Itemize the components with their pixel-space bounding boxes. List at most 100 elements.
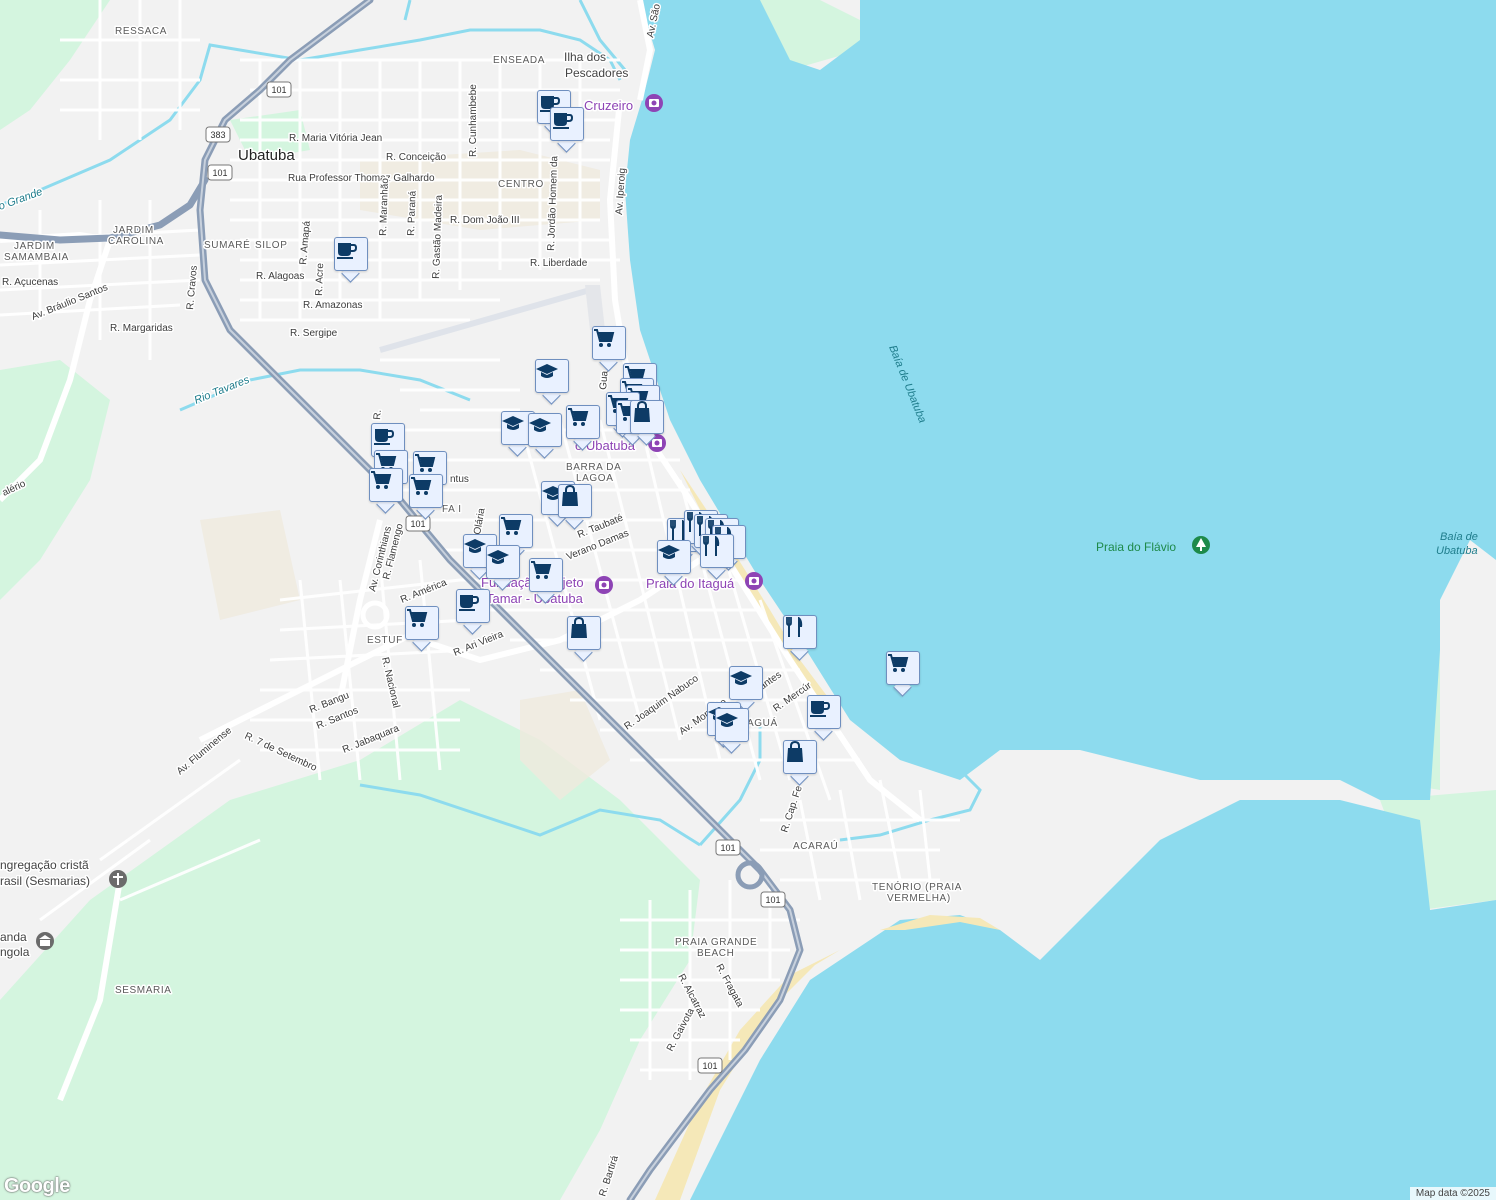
area-label: SUMARÉ [204,238,250,251]
cafe-icon [810,701,831,717]
area-label: ENSEADA [493,55,545,66]
school-icon [464,539,486,553]
street-label: R. Acre [314,263,326,297]
shield-101-b: 101 [207,164,233,181]
cafe-icon [459,595,480,611]
area-label: ACARAÚ [793,839,838,852]
map-marker-cart[interactable] [566,405,602,451]
cafe-icon [374,429,395,445]
map-marker-school[interactable] [657,540,693,586]
shopping-bag-icon [562,484,578,506]
svg-text:101: 101 [702,1061,717,1071]
school-icon [502,416,524,430]
shopping-cart-icon [531,561,552,579]
school-icon [536,364,558,378]
poi-label: Cruzeiro [584,98,633,113]
water-label: Baía de [1440,531,1478,543]
map-marker-bag[interactable] [567,616,603,662]
shopping-cart-icon [407,609,428,627]
street-label: Rua Professor Thomaz Galhardo [288,173,435,184]
area-label: CAROLINA [108,236,164,247]
map-marker-bag[interactable] [630,400,666,446]
area-label: VERMELHA) [887,893,951,904]
place-label-ilha-1: Ilha dos [564,50,606,64]
poi-label: ngregação cristã [0,858,89,872]
restaurant-icon [786,617,803,637]
shopping-bag-icon [787,740,803,762]
area-label: LAGOA [576,473,613,484]
map-marker-cart[interactable] [529,558,565,604]
shield-101-e: 101 [760,891,786,908]
poi-label: Praia do Flávio [1096,540,1176,554]
area-label: SESMARIA [115,985,171,996]
map-base: 101 383 101 101 101 101 101 Ubatuba Ilha… [0,0,1496,1200]
shield-101-a: 101 [266,81,292,98]
camera-icon [595,576,613,594]
school-icon [716,713,738,727]
map-marker-cart[interactable] [405,606,441,652]
area-label: SAMAMBAIA [4,252,69,263]
svg-text:383: 383 [210,130,225,140]
map-marker-school[interactable] [528,413,564,459]
street-label: R. Alagoas [256,271,304,282]
shield-101-d: 101 [715,839,741,856]
map-marker-restaurant[interactable] [700,534,736,580]
park-tree-icon [1192,536,1210,554]
area-label: BARRA DA [566,462,621,473]
map-marker-cart[interactable] [886,651,922,697]
school-icon [730,671,752,685]
area-label: JARDIM [113,225,154,236]
area-label: BEACH [697,948,734,959]
area-label: PRAIA GRANDE [675,937,757,948]
shopping-cart-icon [415,454,436,472]
shopping-bag-icon [571,616,587,638]
camera-icon [745,572,763,590]
shopping-cart-icon [568,408,589,426]
place-label-ilha-2: Pescadores [565,66,628,80]
street-label: R. Paraná [406,190,419,236]
map-marker-school[interactable] [535,359,571,405]
poi-label: ngola [0,945,30,959]
street-label: R. Sergipe [290,328,338,339]
map-marker-cafe[interactable] [456,589,492,635]
map-marker-bag[interactable] [558,484,594,530]
map-canvas[interactable]: 101 383 101 101 101 101 101 Ubatuba Ilha… [0,0,1496,1200]
restaurant-icon [703,536,720,556]
map-marker-school[interactable] [486,545,522,591]
school-icon [487,550,509,564]
map-marker-restaurant[interactable] [783,615,819,661]
area-label: TENÓRIO (PRAIA [872,880,962,893]
city-label-ubatuba: Ubatuba [238,147,295,164]
street-label: R. Cunhambebe [468,84,479,157]
svg-text:101: 101 [765,895,780,905]
church-icon [109,870,127,888]
street-label: Gua [598,370,611,390]
museum-icon [36,932,54,950]
shopping-cart-icon [594,329,615,347]
street-label: R. Maranhão [378,178,391,237]
svg-text:101: 101 [720,843,735,853]
shopping-cart-icon [371,471,392,489]
map-marker-cart[interactable] [369,468,405,514]
street-label: R. Liberdade [530,258,588,269]
map-marker-cafe[interactable] [550,107,586,153]
street-label: R. Conceição [386,152,446,163]
map-marker-cafe[interactable] [334,237,370,283]
map-attribution[interactable]: Map data ©2025 [1409,1187,1496,1200]
map-marker-bag[interactable] [783,740,819,786]
street-label: R. [372,409,384,420]
area-label: ESTUF [367,635,403,646]
map-marker-cafe[interactable] [807,695,843,741]
street-label: R. Margaridas [110,323,173,334]
school-icon [658,545,680,559]
shopping-cart-icon [411,477,432,495]
shopping-cart-icon [501,517,522,535]
shopping-bag-icon [634,400,650,422]
area-label: SILOP [255,240,287,251]
school-icon [529,418,551,432]
svg-text:101: 101 [271,85,286,95]
svg-text:101: 101 [410,519,425,529]
map-marker-school[interactable] [715,708,751,754]
map-marker-cart[interactable] [409,474,445,520]
area-label: JARDIM [14,241,55,252]
